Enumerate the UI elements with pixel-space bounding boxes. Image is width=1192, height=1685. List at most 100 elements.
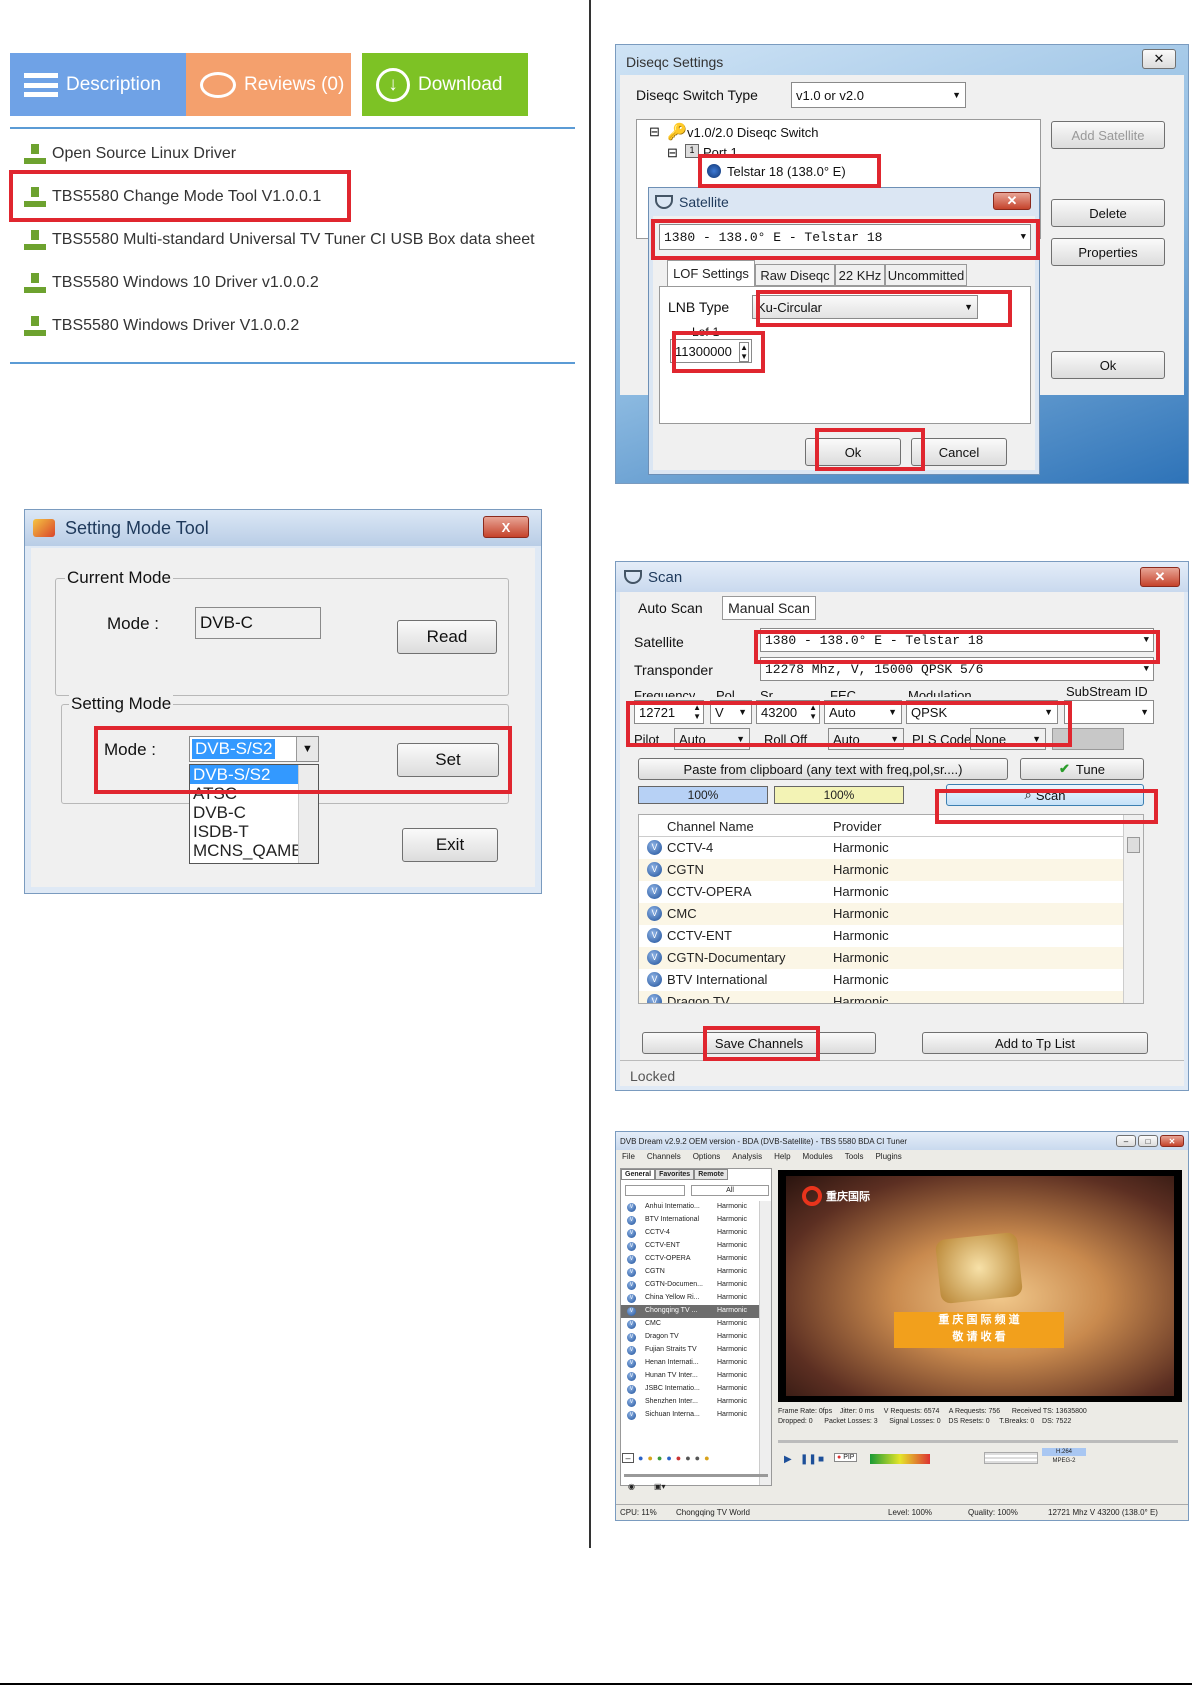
tools-icon[interactable]: ●: [685, 1453, 690, 1463]
menu-help[interactable]: Help: [774, 1152, 790, 1164]
tab-description[interactable]: Description: [10, 53, 186, 116]
tune-button[interactable]: ✔ Tune: [1020, 758, 1144, 780]
table-row[interactable]: V CMC Harmonic: [639, 903, 1123, 925]
read-button[interactable]: Read: [397, 620, 497, 654]
pilot-select[interactable]: Auto ▼: [674, 728, 750, 750]
list-item[interactable]: V CCTV-OPERA Harmonic: [621, 1253, 759, 1266]
spinner-icon[interactable]: ▲ ▼: [693, 703, 701, 721]
list-item[interactable]: V CCTV-4 Harmonic: [621, 1227, 759, 1240]
chevron-down-icon[interactable]: ▼: [296, 737, 318, 761]
list-item[interactable]: V China Yellow Ri... Harmonic: [621, 1292, 759, 1305]
add-satellite-button[interactable]: Add Satellite: [1051, 121, 1165, 149]
list-item[interactable]: V Fujian Straits TV Harmonic: [621, 1344, 759, 1357]
speaker-icon[interactable]: ◉: [628, 1482, 635, 1491]
pol-select[interactable]: V ▼: [710, 700, 752, 724]
table-row[interactable]: V BTV International Harmonic: [639, 969, 1123, 991]
list-item[interactable]: V Sichuan Interna... Harmonic: [621, 1409, 759, 1422]
spinner-icon[interactable]: ▲ ▼: [809, 703, 817, 721]
menu-options[interactable]: Options: [693, 1152, 721, 1164]
scan-satellite-select[interactable]: 1380 - 138.0° E - Telstar 18 ▼: [760, 628, 1154, 652]
radio-icon[interactable]: ●: [647, 1453, 652, 1463]
table-row[interactable]: V CCTV-4 Harmonic: [639, 837, 1123, 859]
tab-remote[interactable]: Remote: [694, 1169, 728, 1180]
channel-search-input[interactable]: [625, 1185, 685, 1196]
list-item[interactable]: V Shenzhen Inter... Harmonic: [621, 1396, 759, 1409]
download-item[interactable]: TBS5580 Windows 10 Driver v1.0.0.2: [24, 273, 319, 293]
table-row[interactable]: V CCTV-OPERA Harmonic: [639, 881, 1123, 903]
close-button[interactable]: ✕: [993, 192, 1031, 210]
minus-icon[interactable]: –: [622, 1453, 634, 1463]
scan-button[interactable]: ⌕ Scan: [946, 784, 1144, 806]
minimize-button[interactable]: –: [1116, 1135, 1136, 1147]
tree-port-item[interactable]: Port 1: [703, 145, 738, 160]
list-item[interactable]: V JSBC Internatio... Harmonic: [621, 1383, 759, 1396]
download-item[interactable]: TBS5580 Change Mode Tool V1.0.0.1: [24, 187, 321, 207]
substream-select[interactable]: ▼: [1064, 700, 1154, 724]
save-channels-button[interactable]: Save Channels: [642, 1032, 876, 1054]
satellite-select[interactable]: 1380 - 138.0° E - Telstar 18 ▼: [659, 224, 1031, 250]
list-item[interactable]: V CMC Harmonic: [621, 1318, 759, 1331]
menu-analysis[interactable]: Analysis: [732, 1152, 762, 1164]
stop-icon[interactable]: ■: [818, 1454, 824, 1465]
tab-general[interactable]: General: [621, 1169, 656, 1180]
satellite-cancel-button[interactable]: Cancel: [911, 438, 1007, 466]
tab-lof-settings[interactable]: LOF Settings: [667, 260, 755, 286]
dropdown-scrollbar[interactable]: [298, 765, 318, 863]
channel-list-scrollbar[interactable]: [759, 1201, 771, 1485]
pause-icon[interactable]: ❚❚: [800, 1454, 817, 1465]
mode-option[interactable]: DVB-S/S2: [190, 765, 298, 784]
list-item[interactable]: V CCTV-ENT Harmonic: [621, 1240, 759, 1253]
maximize-button[interactable]: □: [1138, 1135, 1158, 1147]
channel-filter-select[interactable]: All: [691, 1185, 769, 1196]
close-button[interactable]: X: [483, 516, 529, 538]
tab-reviews[interactable]: Reviews (0): [186, 53, 351, 116]
roll-off-select[interactable]: Auto ▼: [828, 728, 904, 750]
tab-uncommitted[interactable]: Uncommitted: [885, 264, 967, 286]
menu-tools[interactable]: Tools: [845, 1152, 864, 1164]
lnb-type-select[interactable]: Ku-Circular ▼: [752, 295, 978, 319]
frequency-input[interactable]: 12721 ▲ ▼: [634, 700, 704, 724]
delete-button[interactable]: Delete: [1051, 199, 1165, 227]
transponder-select[interactable]: 12278 Mhz, V, 15000 QPSK 5/6 ▼: [760, 657, 1154, 681]
paste-clipboard-button[interactable]: Paste from clipboard (any text with freq…: [638, 758, 1008, 780]
tree-expand-icon[interactable]: ⊟: [667, 145, 678, 161]
lock-icon[interactable]: ●: [704, 1453, 709, 1463]
download-item[interactable]: TBS5580 Multi-standard Universal TV Tune…: [24, 230, 535, 250]
satellite-ok-button[interactable]: Ok: [805, 438, 901, 466]
tree-satellite-item[interactable]: Telstar 18 (138.0° E): [727, 164, 846, 179]
table-row[interactable]: V CCTV-ENT Harmonic: [639, 925, 1123, 947]
list-item[interactable]: V Henan Internati... Harmonic: [621, 1357, 759, 1370]
favorite-icon[interactable]: ●: [657, 1453, 662, 1463]
channel-name-header[interactable]: Channel Name: [667, 819, 754, 834]
menu-modules[interactable]: Modules: [803, 1152, 833, 1164]
menu-file[interactable]: File: [622, 1152, 635, 1164]
set-button[interactable]: Set: [397, 743, 499, 777]
spinner-icon[interactable]: ▲ ▼: [739, 342, 749, 362]
tv-icon[interactable]: ●: [638, 1453, 643, 1463]
exit-button[interactable]: Exit: [402, 828, 498, 862]
list-item[interactable]: V CGTN Harmonic: [621, 1266, 759, 1279]
tree-root-item[interactable]: v1.0/2.0 Diseqc Switch: [687, 125, 819, 140]
list-item[interactable]: V Dragon TV Harmonic: [621, 1331, 759, 1344]
tree-expand-icon[interactable]: ⊟: [649, 124, 660, 140]
display-icon[interactable]: ▣▾: [654, 1482, 666, 1491]
close-button[interactable]: ✕: [1160, 1135, 1184, 1147]
menu-channels[interactable]: Channels: [647, 1152, 681, 1164]
lof-input[interactable]: 11300000 ▲ ▼: [670, 339, 752, 363]
table-scrollbar[interactable]: [1123, 815, 1143, 1003]
tab-raw-diseqc[interactable]: Raw Diseqc: [755, 264, 835, 286]
volume-slider[interactable]: [624, 1474, 768, 1477]
close-button[interactable]: ✕: [1142, 49, 1176, 69]
diseqc-ok-button[interactable]: Ok: [1051, 351, 1165, 379]
download-item[interactable]: Open Source Linux Driver: [24, 144, 236, 164]
pip-button[interactable]: ● PIP: [834, 1453, 858, 1462]
tab-auto-scan[interactable]: Auto Scan: [638, 600, 703, 616]
tab-manual-scan[interactable]: Manual Scan: [722, 596, 816, 620]
info-icon[interactable]: ●: [666, 1453, 671, 1463]
pls-code-select[interactable]: None ▼: [970, 728, 1046, 750]
close-button[interactable]: ✕: [1140, 567, 1180, 587]
properties-button[interactable]: Properties: [1051, 238, 1165, 266]
list-item[interactable]: V Hunan TV Inter... Harmonic: [621, 1370, 759, 1383]
table-row[interactable]: V CGTN Harmonic: [639, 859, 1123, 881]
modulation-select[interactable]: QPSK ▼: [906, 700, 1058, 724]
